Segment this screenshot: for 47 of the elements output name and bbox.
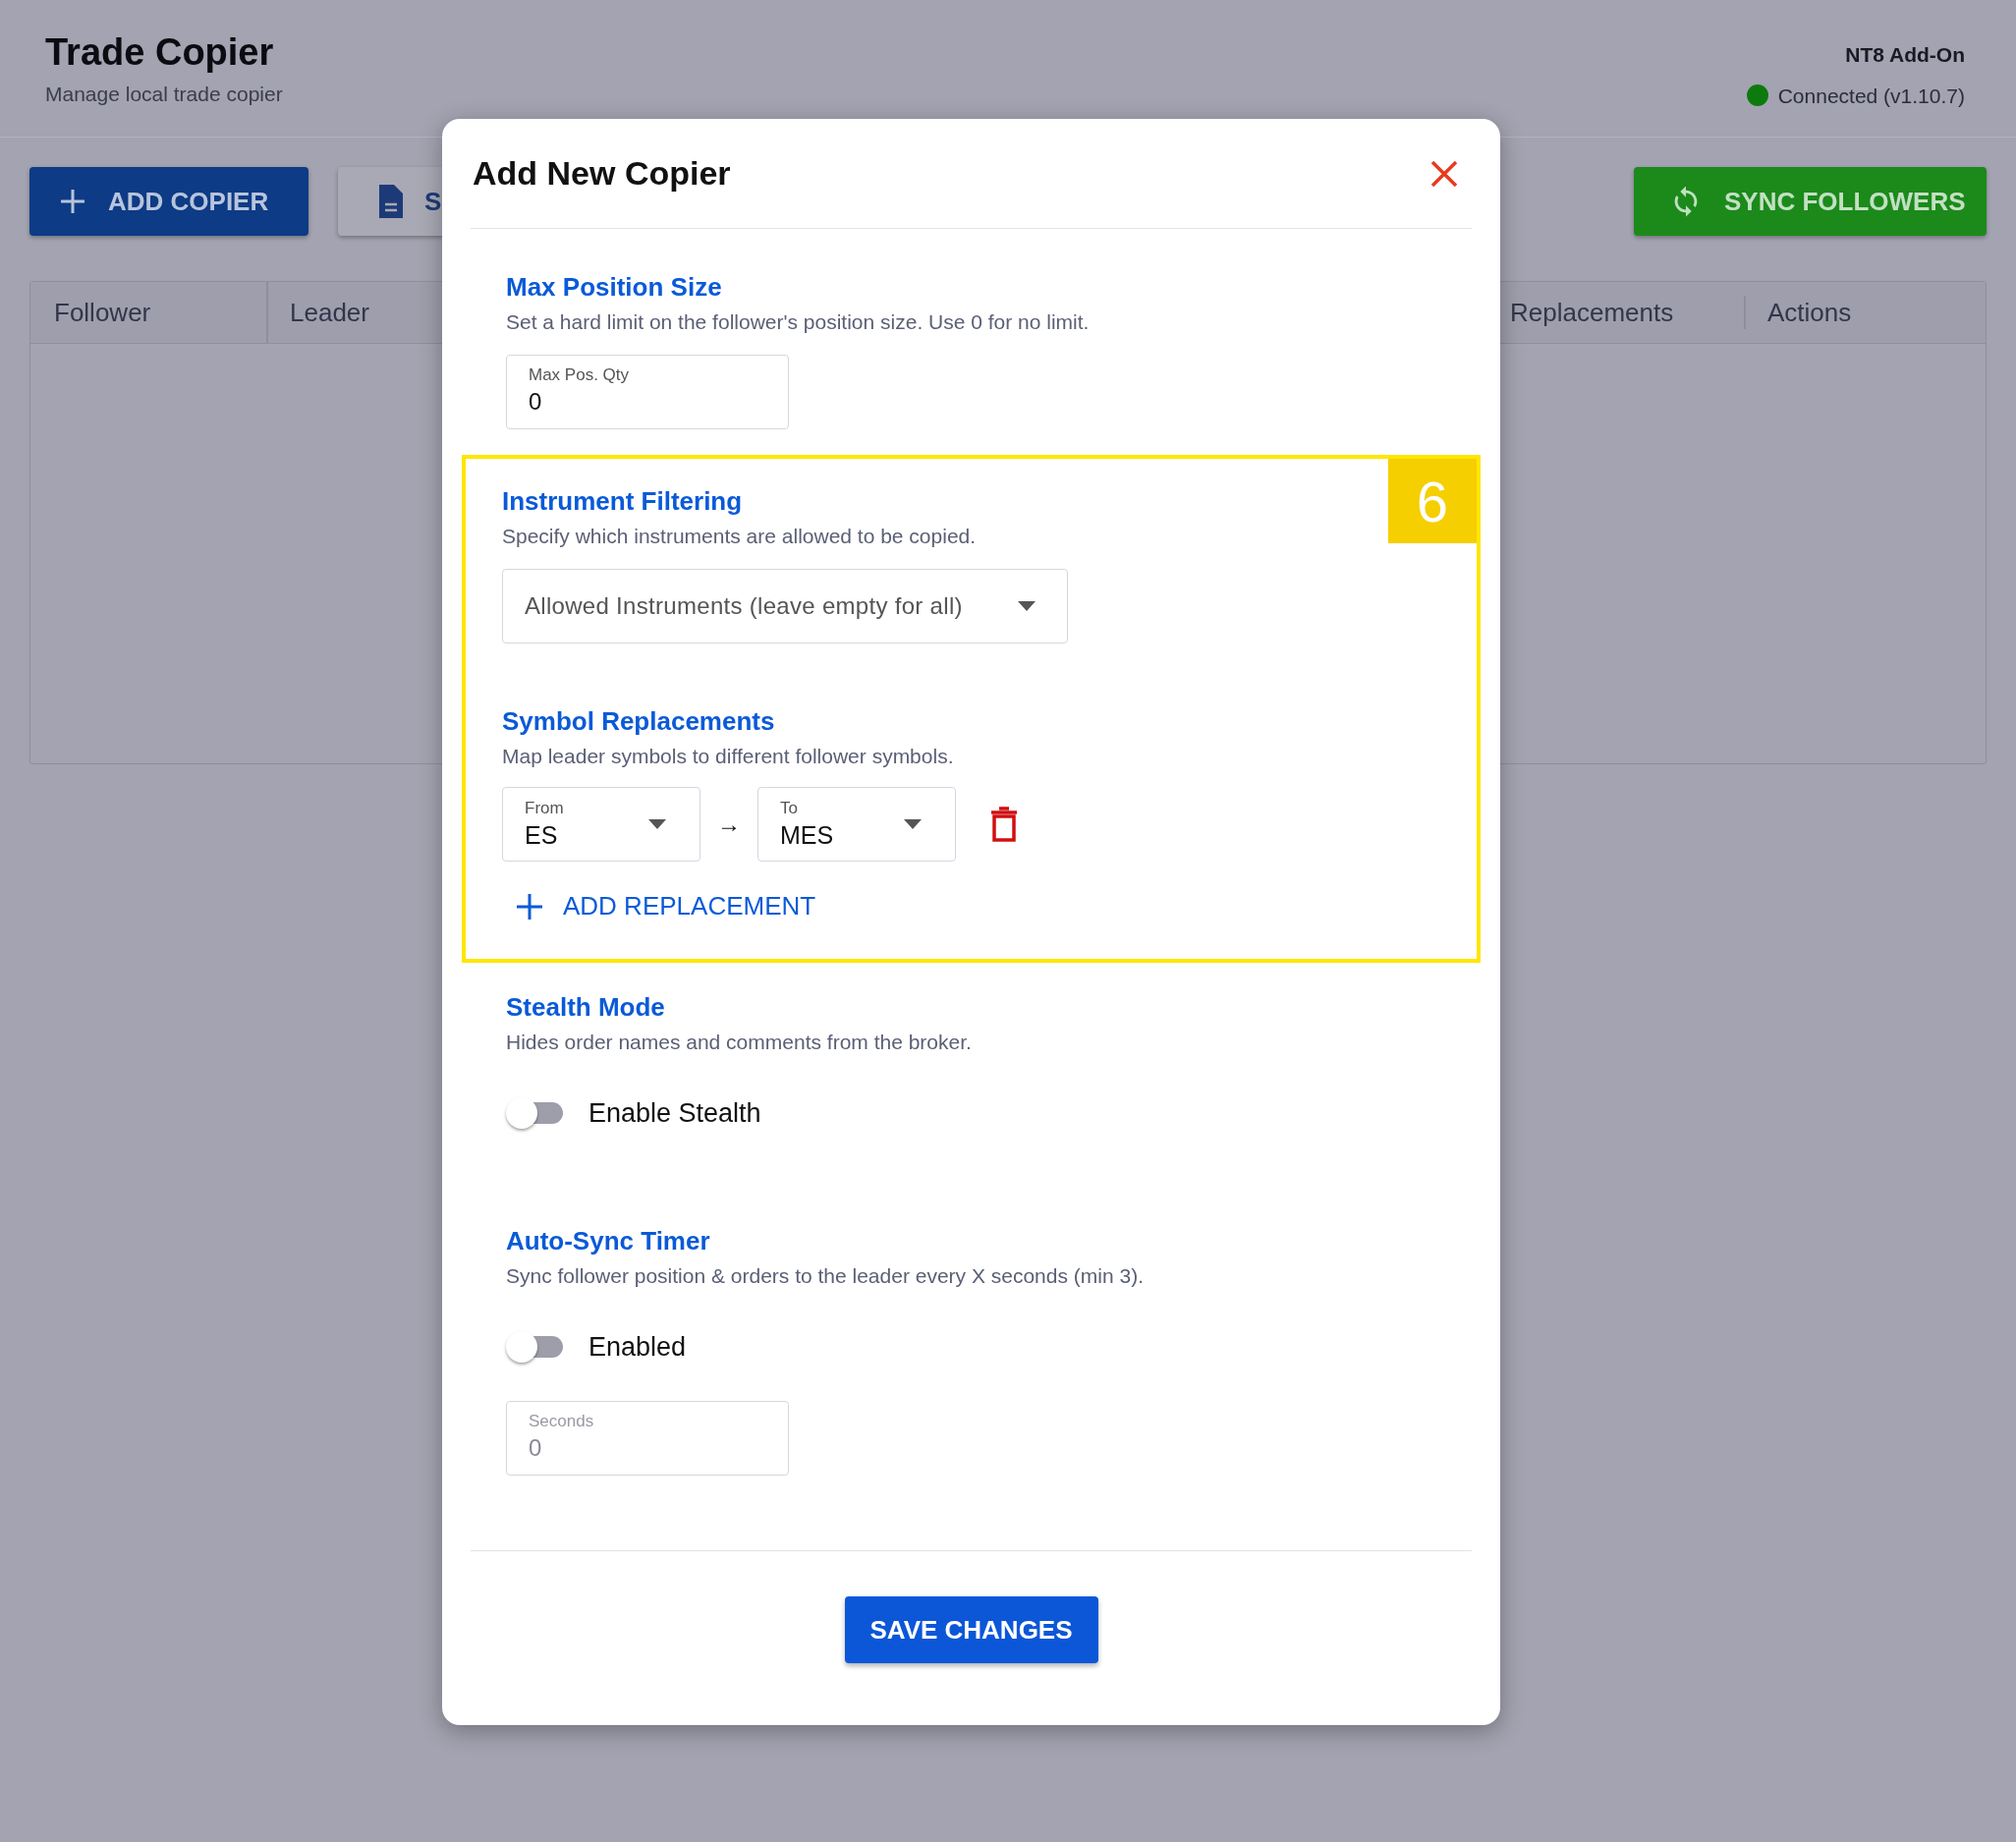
column-header: Leader: [290, 296, 369, 329]
instruments-select[interactable]: Allowed Instruments (leave empty for all): [502, 569, 1068, 643]
section-title: Symbol Replacements: [502, 705, 775, 738]
to-select[interactable]: To MES: [757, 787, 956, 862]
connection-status: Connected (v1.10.7): [1777, 83, 1965, 109]
app-subtitle: Manage local trade copier: [45, 82, 283, 107]
section-description: Set a hard limit on the follower's position size. Use 0 for no limit.: [506, 309, 1090, 335]
column-header: Actions: [1767, 296, 1852, 329]
field-label: Max Pos. Qty: [529, 364, 631, 386]
arrow-glyph: →: [716, 809, 742, 839]
section-description: Sync follower position & orders to the leader every X seconds (min 3).: [506, 1263, 1144, 1289]
section-title: Auto-Sync Timer: [506, 1225, 710, 1257]
number-field[interactable]: Max Pos. Qty 0: [506, 355, 789, 429]
from-select[interactable]: From ES: [502, 787, 700, 862]
column-header: Follower: [54, 296, 151, 329]
step-badge: 6: [1388, 459, 1477, 543]
select-placeholder: Allowed Instruments (leave empty for all): [525, 591, 963, 621]
section-description: Hides order names and comments from the broker.: [506, 1030, 972, 1055]
close-icon[interactable]: [1430, 159, 1458, 188]
section-title: Max Position Size: [506, 271, 722, 304]
plus-icon: [59, 188, 86, 215]
addon-label: NT8 Add-On: [1845, 42, 1965, 68]
field-value: 0: [529, 1433, 543, 1463]
trash-icon[interactable]: [990, 807, 1018, 842]
save-changes-button[interactable]: SAVE CHANGES: [844, 1596, 1098, 1663]
field-label: From: [525, 798, 564, 819]
section-description: Specify which instruments are allowed to be copied.: [502, 524, 977, 549]
document-icon: [377, 185, 403, 218]
field-label: Seconds: [529, 1411, 595, 1432]
toolbar-button[interactable]: SYNC FOLLOWERS: [1634, 167, 1987, 236]
column-header: Replacements: [1510, 296, 1674, 329]
toolbar-button[interactable]: ADD COPIER: [29, 167, 308, 236]
section-title: Instrument Filtering: [502, 485, 743, 518]
field-value: 0: [529, 387, 543, 417]
field-value: MES: [780, 820, 834, 851]
section-description: Map leader symbols to different follower symbols.: [502, 744, 954, 769]
field-value: ES: [525, 820, 559, 851]
section-title: Stealth Mode: [506, 991, 665, 1024]
plus-icon: [516, 892, 543, 921]
app-title: Trade Copier: [45, 30, 275, 75]
caret-icon: [648, 819, 666, 829]
toggle-label: Enable Stealth: [588, 1096, 761, 1130]
add-replacement-button[interactable]: ADD REPLACEMENT: [516, 887, 816, 925]
caret-icon: [904, 819, 922, 829]
field-label: To: [780, 798, 799, 819]
toggle-label: Enabled: [588, 1330, 687, 1364]
caret-icon: [1018, 601, 1036, 611]
